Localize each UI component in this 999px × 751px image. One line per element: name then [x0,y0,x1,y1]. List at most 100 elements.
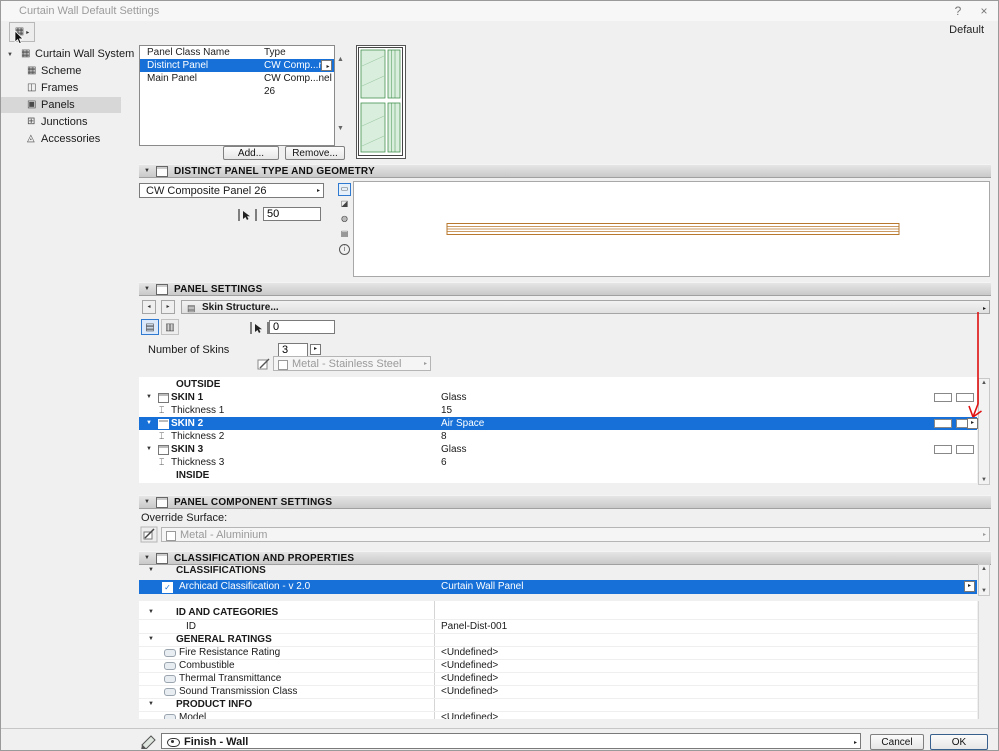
collapse-icon[interactable]: ▼ [144,499,150,505]
scroll-down-icon[interactable]: ▼ [979,587,989,595]
thickness-value: 8 [441,431,447,442]
junctions-icon: ⊞ [27,116,36,127]
collapse-icon[interactable]: ▼ [148,567,154,573]
cancel-button[interactable]: Cancel [870,734,924,750]
override-surface-label: Override Surface: [141,512,228,524]
ok-button[interactable]: OK [930,734,988,750]
thickness-label: Thickness 2 [171,431,225,442]
section-header-panel-settings[interactable]: ▼ PANEL SETTINGS [139,282,991,296]
property-row-thermal-transmittance[interactable]: Thermal Transmittance <Undefined> [139,672,977,686]
add-button[interactable]: Add... [223,146,279,160]
surface-pen-icon [257,358,270,370]
collapse-icon[interactable]: ▼ [146,394,152,400]
red-annotation-arrow [968,312,982,418]
type-flyout-button[interactable]: ▸ [321,60,332,71]
panel-type-dropdown[interactable]: CW Composite Panel 26 ▸ [139,183,324,198]
pen-set-chip[interactable] [934,419,952,428]
sidebar-item-panels[interactable]: ▣ Panels [1,97,121,113]
property-row-fire-resistance[interactable]: Fire Resistance Rating <Undefined> [139,646,977,660]
collapse-icon[interactable]: ▼ [144,555,150,561]
skins-count-flyout-button[interactable]: ▸ [310,344,321,355]
scroll-down-icon[interactable]: ▼ [337,125,344,132]
thickness-label: Thickness 3 [171,457,225,468]
panel-class-table-header: Panel Class Name Type [140,46,334,60]
offset-field[interactable] [269,320,335,334]
section-view-icon[interactable]: ◪ [338,198,351,211]
property-row-id[interactable]: ID Panel-Dist-001 [139,620,977,634]
skin-row-1[interactable]: ▼ SKIN 1 Glass [139,391,977,404]
prev-page-button[interactable]: ◂ [142,300,156,314]
property-icon [164,675,176,683]
scroll-up-icon[interactable]: ▲ [337,56,344,63]
skin-row-2[interactable]: ▼ SKIN 2 Air Space ▸ [139,417,978,430]
check-icon: ✓ [164,583,171,592]
chevron-right-icon: ▸ [313,346,317,352]
collapse-icon[interactable]: ▼ [148,701,154,707]
next-page-button[interactable]: ▸ [161,300,175,314]
override-surface-brush-icon[interactable] [140,526,158,543]
collapse-icon[interactable]: ▼ [148,609,154,615]
property-name: Sound Transmission Class [179,686,298,697]
collapse-icon[interactable]: ▼ [144,168,150,174]
classification-scrollbar[interactable]: ▲ ▼ [978,564,990,596]
info-icon[interactable]: i [338,243,351,256]
skin-structure-toggle[interactable]: ▤ [141,319,159,335]
section-header-geometry[interactable]: ▼ DISTINCT PANEL TYPE AND GEOMETRY [139,164,991,178]
chevron-right-icon: ▸ [423,361,427,367]
property-row-combustible[interactable]: Combustible <Undefined> [139,659,977,673]
panel-thickness-field[interactable] [263,207,321,221]
layer-dropdown[interactable]: Finish - Wall ▸ [161,733,861,749]
scroll-down-icon[interactable]: ▼ [979,476,989,484]
sidebar-item-label: Panels [41,99,75,111]
thickness-row-2[interactable]: ⌶ Thickness 2 8 [139,430,977,443]
layer-pen-icon[interactable] [139,733,159,749]
group-label: ID AND CATEGORIES [176,607,279,618]
classification-flyout-button[interactable]: ▸ [964,581,975,592]
thickness-row-3[interactable]: ⌶ Thickness 3 6 [139,456,977,469]
close-button[interactable]: × [972,1,996,21]
table-row-main-panel[interactable]: Main Panel CW Comp...nel 26 [140,72,334,97]
pen-set-chip[interactable] [934,445,952,454]
table-row-distinct-panel[interactable]: Distinct Panel CW Comp...nel 26 ▸ [140,59,334,84]
section-header-classification[interactable]: ▼ CLASSIFICATION AND PROPERTIES [139,551,991,565]
number-of-skins-field[interactable] [278,343,308,357]
pen-set-chip[interactable] [934,393,952,402]
property-value: <Undefined> [441,712,499,719]
collapse-icon[interactable]: ▼ [7,47,13,63]
remove-button[interactable]: Remove... [285,146,345,160]
collapse-icon[interactable]: ▼ [146,446,152,452]
title-bar[interactable]: Curtain Wall Default Settings ? × [1,1,998,21]
thickness-value: 15 [441,405,453,416]
panel-class-name: Main Panel [147,73,198,84]
section-header-component-settings[interactable]: ▼ PANEL COMPONENT SETTINGS [139,495,991,509]
property-name: ID [186,621,196,632]
collapse-icon[interactable]: ▼ [148,636,154,642]
accessories-icon: ◬ [27,133,35,144]
property-icon [164,688,176,696]
inside-row: INSIDE [139,469,977,482]
group-general-ratings[interactable]: ▼ GENERAL RATINGS [139,633,977,647]
collapse-icon[interactable]: ▼ [144,286,150,292]
skin-structure-tab[interactable]: ▤ Skin Structure... ▸ [181,300,990,314]
skin-surface-dropdown[interactable]: Metal - Stainless Steel ▸ [273,356,431,371]
property-row-model[interactable]: Model <Undefined> [139,711,977,719]
property-row-sound-transmission[interactable]: Sound Transmission Class <Undefined> [139,685,977,699]
skin-offset-toggle[interactable]: ▥ [161,319,179,335]
collapse-icon[interactable]: ▼ [146,420,152,426]
group-id-and-categories[interactable]: ▼ ID AND CATEGORIES [139,606,977,620]
hatch-view-icon[interactable]: ▤ [338,228,351,241]
classification-checkbox[interactable]: ✓ [162,582,173,593]
chevron-left-icon: ◂ [147,304,151,310]
override-surface-dropdown[interactable]: Metal - Aluminium ▸ [161,527,990,542]
property-value: <Undefined> [441,686,499,697]
scroll-up-icon[interactable]: ▲ [979,565,989,573]
help-button[interactable]: ? [946,1,970,21]
3d-view-icon[interactable]: ◍ [338,213,351,226]
classification-row[interactable]: ✓ Archicad Classification - v 2.0 Curtai… [139,580,977,594]
surface-chip[interactable] [956,445,974,454]
skin-material: Air Space [441,418,485,429]
thickness-row-1[interactable]: ⌶ Thickness 1 15 [139,404,977,417]
skin-row-3[interactable]: ▼ SKIN 3 Glass [139,443,977,456]
floor-plan-view-icon[interactable]: ▭ [338,183,351,196]
group-product-info[interactable]: ▼ PRODUCT INFO [139,698,977,712]
